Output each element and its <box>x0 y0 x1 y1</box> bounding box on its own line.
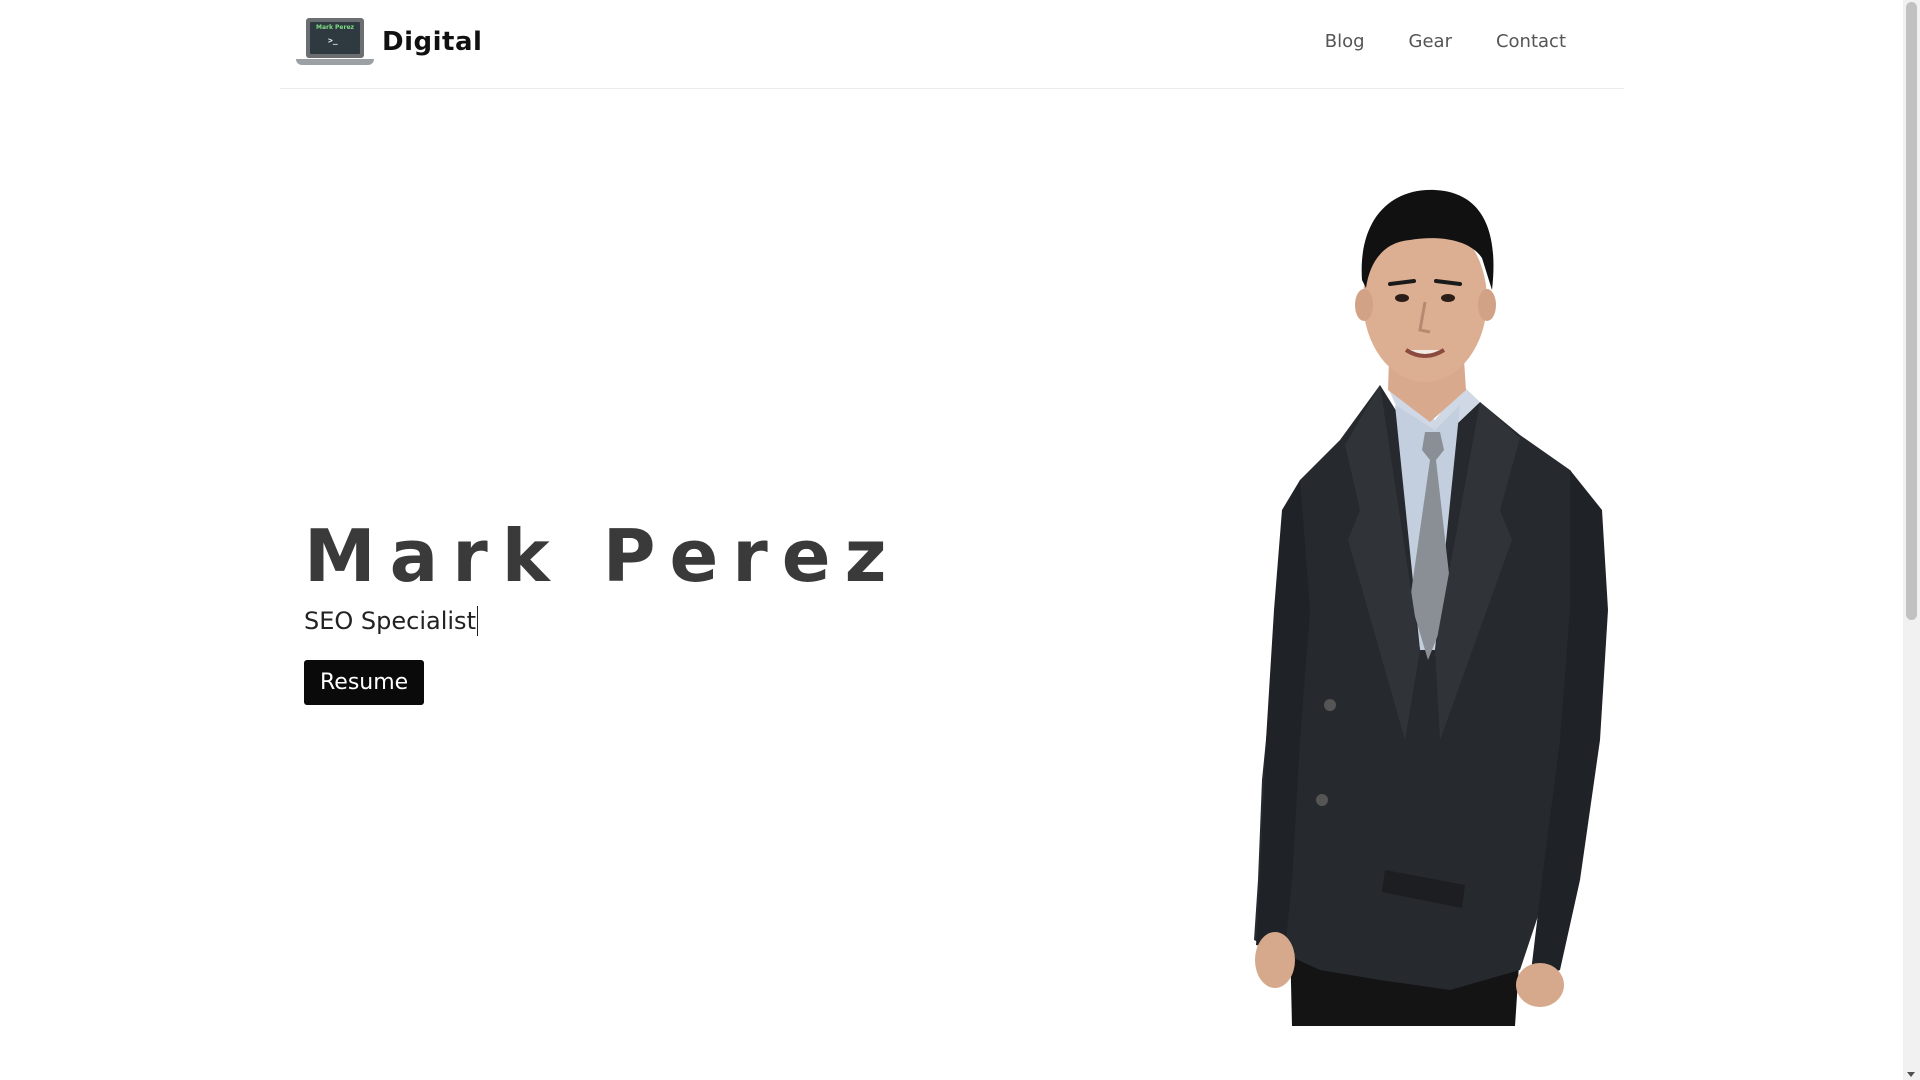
nav-link-blog[interactable]: Blog <box>1303 28 1387 56</box>
main-nav: Blog Gear Contact <box>1303 28 1588 56</box>
hero-name: Mark Perez <box>304 514 901 598</box>
nav-link-gear[interactable]: Gear <box>1387 28 1474 56</box>
resume-button[interactable]: Resume <box>304 660 425 705</box>
page-scrollbar[interactable] <box>1903 0 1920 1080</box>
hero-intro: Mark Perez SEO Specialist Resume <box>304 508 901 705</box>
laptop-logo-icon: Mark Perez >_ <box>296 16 374 68</box>
laptop-screen-display: Mark Perez >_ <box>310 22 360 54</box>
portrait-illustration <box>1254 189 1608 1026</box>
hero-role-line: SEO Specialist <box>304 604 901 638</box>
page: Mark Perez >_ Digital Blog Gear Contact … <box>0 0 1920 1080</box>
portrait-photo <box>1230 180 1630 1026</box>
brand-home-link[interactable]: Mark Perez >_ Digital <box>296 16 482 68</box>
nav-link-contact[interactable]: Contact <box>1474 28 1588 56</box>
scroll-down-arrow-icon[interactable] <box>1907 1072 1915 1077</box>
hero-role: SEO Specialist <box>304 607 476 635</box>
logo-terminal-prompt: >_ <box>328 36 338 45</box>
logo-screen-name: Mark Perez <box>315 24 355 31</box>
scrollbar-thumb[interactable] <box>1906 2 1917 620</box>
laptop-base <box>296 59 374 65</box>
laptop-screen: Mark Perez >_ <box>306 18 364 58</box>
brand-text: Digital <box>382 27 483 57</box>
site-header: Mark Perez >_ Digital Blog Gear Contact <box>280 0 1624 89</box>
typing-caret <box>476 606 478 636</box>
